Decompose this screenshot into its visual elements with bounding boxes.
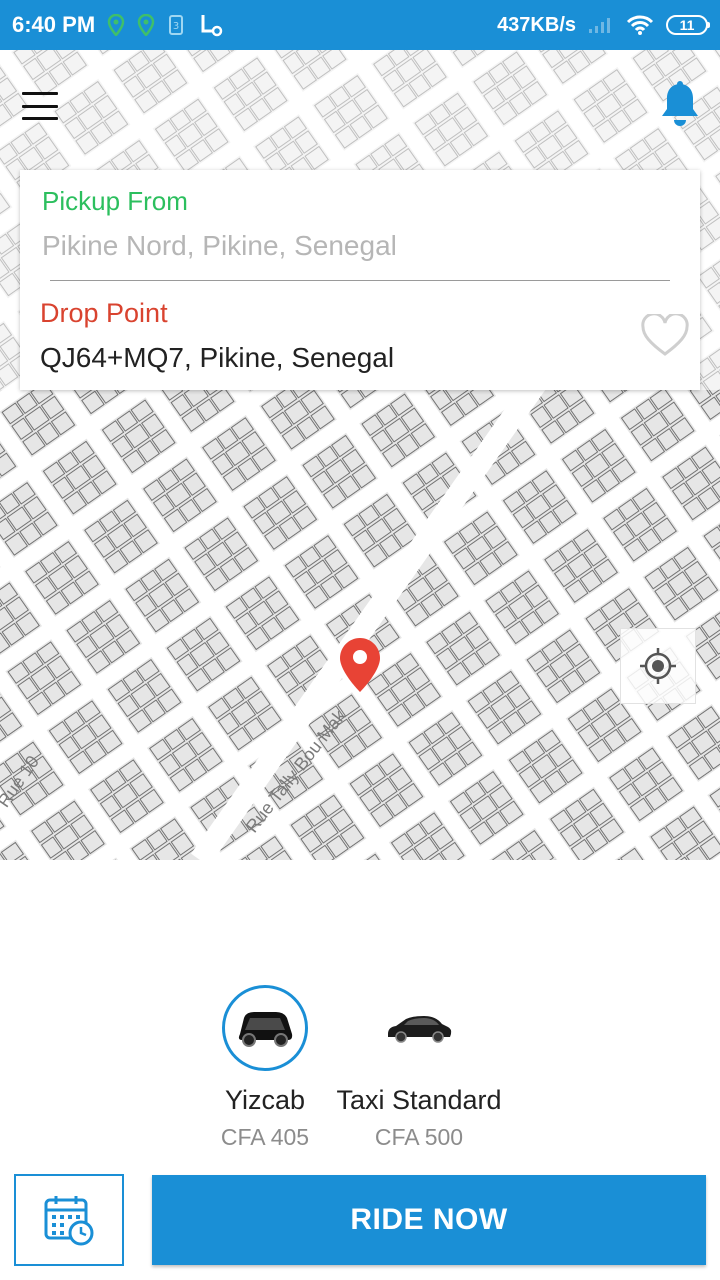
drop-label: Drop Point <box>40 298 168 328</box>
wifi-icon <box>626 14 654 36</box>
status-time: 6:40 PM <box>12 12 96 37</box>
drop-field[interactable]: QJ64+MQ7, Pikine, Senegal <box>40 342 394 374</box>
bell-icon[interactable] <box>658 80 702 128</box>
scooter-app-icon <box>197 13 223 37</box>
status-bar: 6:40 PM 3 437KB/s 11 <box>0 0 720 50</box>
heart-outline-icon[interactable] <box>640 312 690 358</box>
vehicle-option-taxi-standard[interactable]: Taxi Standard CFA 500 <box>324 985 514 1151</box>
location-pin-icon <box>107 14 125 36</box>
hamburger-menu-icon[interactable] <box>22 92 58 120</box>
my-location-icon <box>640 648 676 684</box>
vehicle-price: CFA 500 <box>374 1124 464 1150</box>
vehicle-name: Taxi Standard <box>336 1085 502 1115</box>
battery-icon: 11 <box>666 15 710 35</box>
vehicle-selected-ring <box>222 985 308 1071</box>
ride-now-button[interactable]: RIDE NOW <box>152 1175 706 1265</box>
network-speed: 437KB/s <box>497 13 576 36</box>
pickup-field[interactable]: Pikine Nord, Pikine, Senegal <box>42 230 397 262</box>
sedan-car-icon <box>388 1016 452 1043</box>
calendar-clock-icon <box>44 1196 94 1246</box>
notification-icon: 3 <box>167 14 185 36</box>
schedule-ride-button[interactable] <box>14 1174 124 1266</box>
location-card: Pickup From Pikine Nord, Pikine, Senegal… <box>20 170 700 390</box>
pickup-label: Pickup From <box>42 186 188 216</box>
location-pin-icon <box>137 14 155 36</box>
map-pin-icon <box>338 636 382 694</box>
svg-text:3: 3 <box>173 21 179 32</box>
compact-car-icon <box>238 1012 293 1047</box>
signal-icon <box>588 16 614 34</box>
divider <box>50 280 670 281</box>
my-location-button[interactable] <box>620 628 696 704</box>
status-bar-right: 437KB/s 11 <box>497 13 710 37</box>
vehicle-ring <box>376 985 462 1071</box>
status-bar-left: 6:40 PM 3 <box>12 12 223 38</box>
